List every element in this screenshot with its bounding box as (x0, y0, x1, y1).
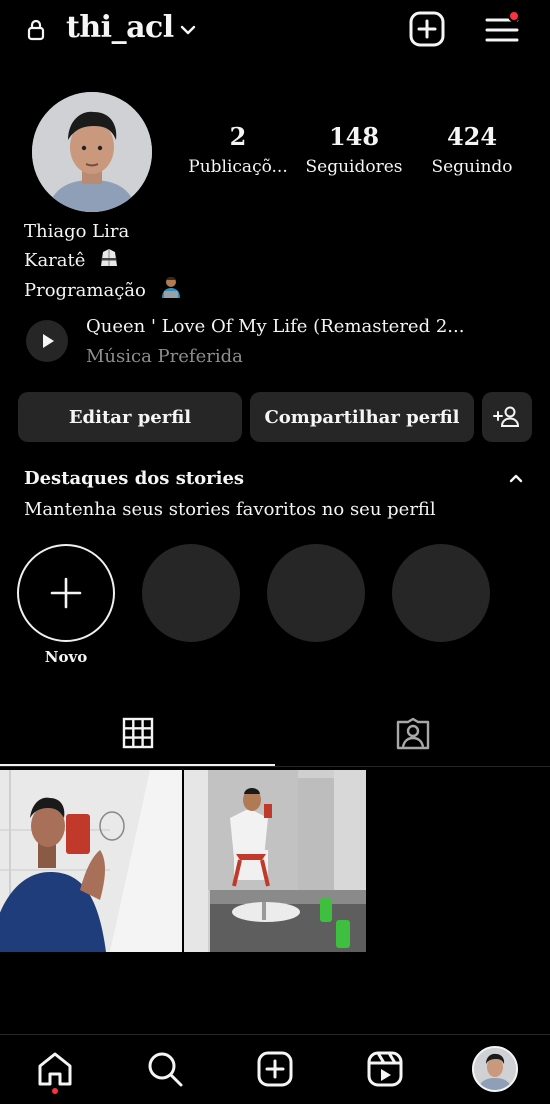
notification-dot (508, 10, 520, 22)
stat-posts[interactable]: 2 Publicaçõ... (174, 120, 302, 180)
highlights-subtitle: Mantenha seus stories favoritos no seu p… (24, 499, 436, 520)
profile-avatar[interactable] (32, 92, 152, 212)
discover-people-button[interactable] (482, 392, 532, 442)
highlights-title: Destaques dos stories (24, 468, 245, 489)
bio-karate-text: Karatê (24, 250, 86, 271)
bio-programming-text: Programação (24, 280, 146, 301)
lock-icon (24, 18, 48, 42)
tab-divider (0, 766, 550, 767)
active-tab-indicator (0, 764, 275, 766)
followers-count: 148 (328, 122, 380, 151)
bio-line-karate: Karatê (24, 246, 121, 279)
music-title[interactable]: Queen ' Love Of My Life (Remastered 2... (86, 312, 464, 342)
search-icon[interactable] (141, 1046, 189, 1092)
followers-label: Seguidores (305, 157, 403, 177)
profile-nav-avatar[interactable] (472, 1046, 518, 1092)
chevron-down-icon[interactable] (176, 18, 200, 42)
music-play-button[interactable] (26, 320, 68, 362)
posts-count: 2 (229, 122, 247, 151)
tab-posts-grid[interactable] (0, 700, 275, 766)
chevron-up-icon[interactable] (506, 468, 526, 488)
new-highlight-button[interactable] (17, 544, 115, 642)
new-highlight-label: Novo (44, 648, 88, 666)
profile-name: Thiago Lira (24, 221, 130, 242)
technologist-icon (158, 276, 184, 309)
account-username[interactable]: thi_acl (66, 10, 174, 45)
following-count: 424 (446, 122, 498, 151)
tab-tagged[interactable] (275, 700, 550, 766)
plus-icon (50, 577, 82, 609)
tagged-person-icon (396, 717, 429, 750)
highlight-placeholder (267, 544, 365, 642)
reels-icon[interactable] (361, 1046, 409, 1092)
stat-following[interactable]: 424 Seguindo (408, 120, 536, 180)
add-user-icon (493, 406, 520, 427)
create-post-icon[interactable] (406, 8, 448, 50)
grid-icon (122, 717, 153, 749)
stat-followers[interactable]: 148 Seguidores (290, 120, 418, 180)
post-thumbnail[interactable] (0, 770, 182, 952)
create-icon[interactable] (251, 1046, 299, 1092)
posts-label: Publicaçõ... (188, 157, 288, 177)
highlight-placeholder (392, 544, 490, 642)
home-notification-dot (52, 1088, 58, 1094)
home-icon[interactable] (31, 1046, 79, 1092)
post-thumbnail[interactable] (184, 770, 366, 952)
bio-line-programming: Programação (24, 276, 184, 309)
highlight-placeholder (142, 544, 240, 642)
share-profile-button[interactable]: Compartilhar perfil (250, 392, 474, 442)
music-subtitle: Música Preferida (86, 346, 243, 367)
following-label: Seguindo (431, 157, 513, 177)
karate-uniform-icon (97, 246, 121, 279)
edit-profile-button[interactable]: Editar perfil (18, 392, 242, 442)
